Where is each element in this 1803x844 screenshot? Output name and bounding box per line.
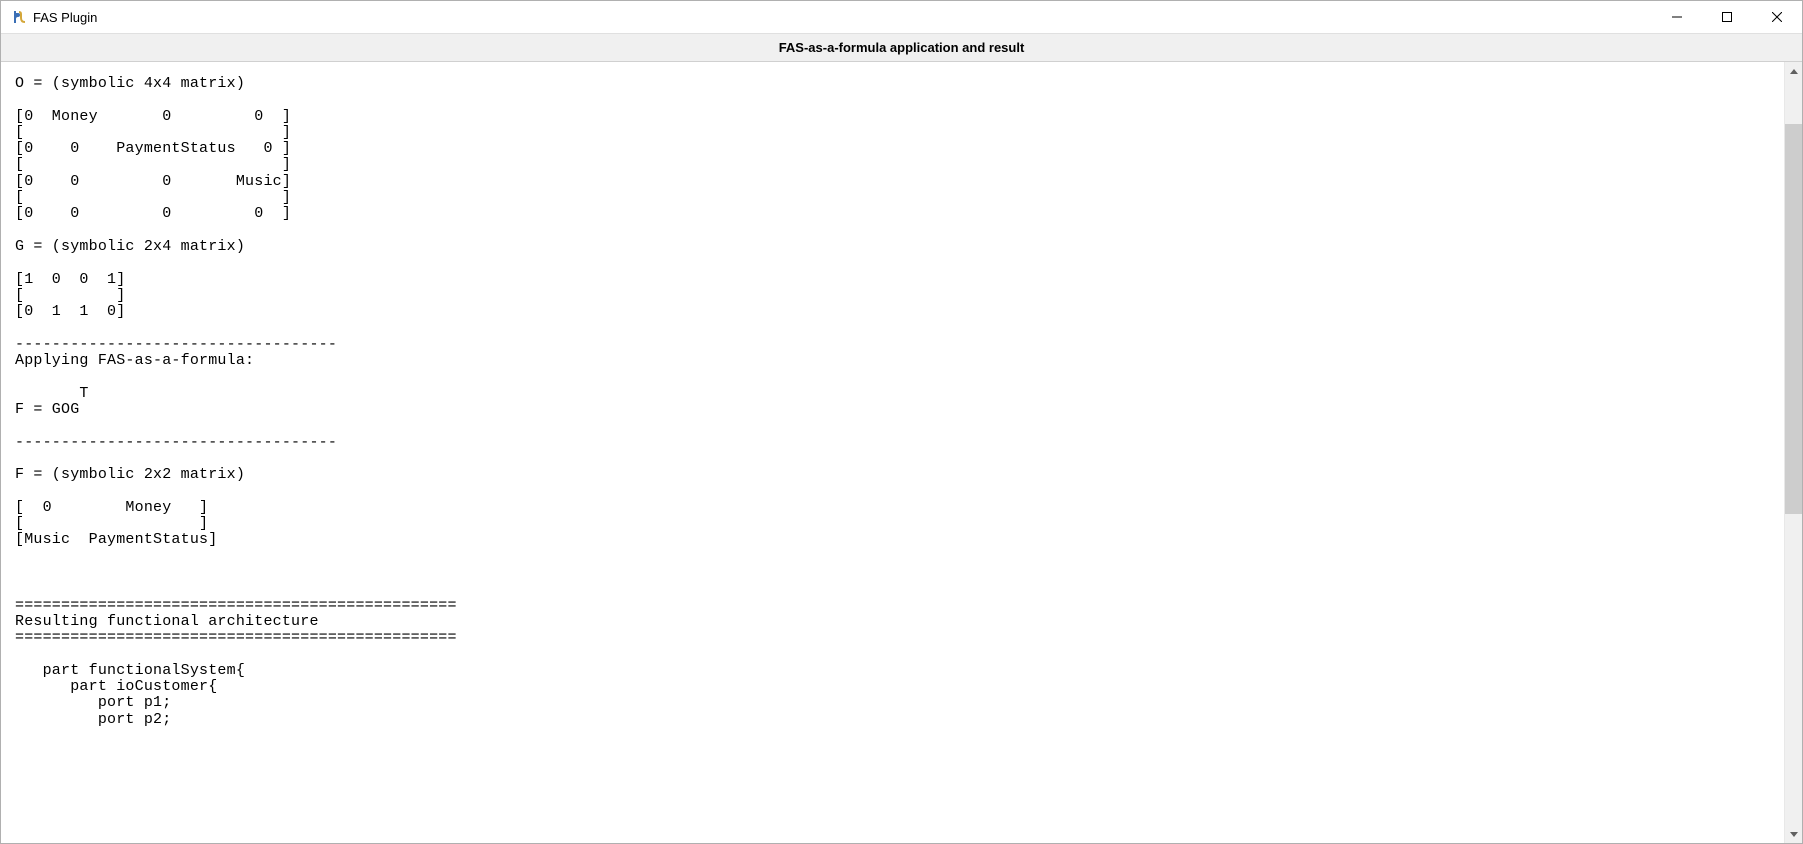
output-text[interactable]: O = (symbolic 4x4 matrix) [0 Money 0 0 ]… (1, 62, 1784, 843)
content-wrapper: O = (symbolic 4x4 matrix) [0 Money 0 0 ]… (1, 62, 1802, 843)
scrollbar-track-inner[interactable] (1785, 80, 1802, 825)
maximize-button[interactable] (1702, 1, 1752, 34)
scrollbar-vertical[interactable] (1784, 62, 1802, 843)
scrollbar-arrow-down-icon[interactable] (1785, 825, 1803, 843)
titlebar: FAS Plugin (1, 1, 1802, 34)
minimize-button[interactable] (1652, 1, 1702, 34)
page-title: FAS-as-a-formula application and result (779, 40, 1025, 55)
window-title: FAS Plugin (33, 10, 97, 25)
scrollbar-thumb[interactable] (1785, 124, 1802, 514)
close-button[interactable] (1752, 1, 1802, 34)
scrollbar-arrow-up-icon[interactable] (1785, 62, 1803, 80)
app-icon (11, 9, 27, 25)
header-bar: FAS-as-a-formula application and result (1, 34, 1802, 62)
